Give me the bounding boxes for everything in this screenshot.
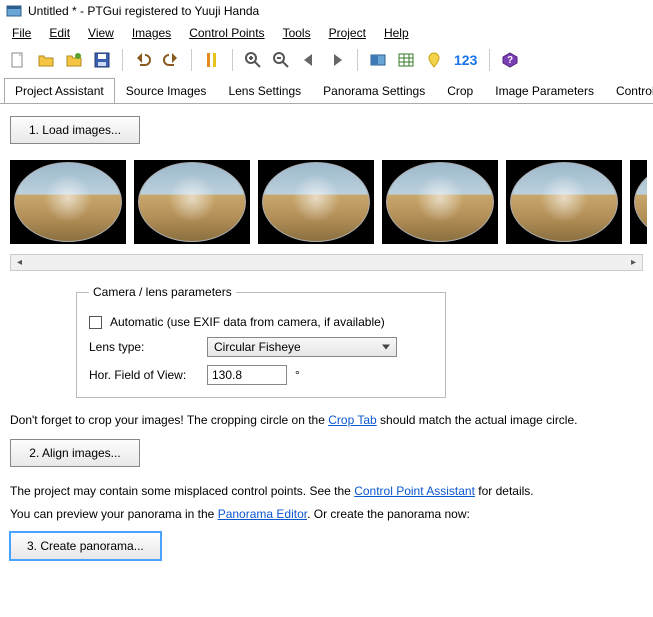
- numeric-transform-icon[interactable]: 123: [450, 48, 481, 72]
- thumbnail-strip: [6, 154, 647, 250]
- menu-images[interactable]: Images: [124, 24, 179, 42]
- tab-crop[interactable]: Crop: [436, 78, 484, 104]
- thumbnail[interactable]: [134, 160, 250, 244]
- menu-edit[interactable]: Edit: [41, 24, 78, 42]
- crop-hint-text: Don't forget to crop your images! The cr…: [10, 412, 643, 429]
- open-recent-icon[interactable]: [62, 48, 86, 72]
- window-title: Untitled * - PTGui registered to Yuuji H…: [28, 4, 259, 18]
- menu-file[interactable]: File: [4, 24, 39, 42]
- panorama-editor-icon[interactable]: [366, 48, 390, 72]
- tab-bar: Project Assistant Source Images Lens Set…: [0, 77, 653, 104]
- align-images-button[interactable]: 2. Align images...: [10, 439, 140, 467]
- control-point-assistant-link[interactable]: Control Point Assistant: [354, 484, 475, 498]
- tab-panorama-settings[interactable]: Panorama Settings: [312, 78, 436, 104]
- tab-control-points[interactable]: Control Points: [605, 78, 653, 104]
- zoom-out-icon[interactable]: [269, 48, 293, 72]
- fov-label: Hor. Field of View:: [89, 368, 199, 382]
- lens-type-select[interactable]: Circular Fisheye: [207, 337, 397, 357]
- detail-viewer-icon[interactable]: [422, 48, 446, 72]
- title-bar: Untitled * - PTGui registered to Yuuji H…: [0, 0, 653, 22]
- preview-hint-text: You can preview your panorama in the Pan…: [10, 506, 643, 523]
- app-icon: [6, 3, 22, 19]
- svg-text:?: ?: [507, 55, 513, 66]
- scroll-left-icon[interactable]: ◂: [11, 255, 28, 270]
- thumbnail[interactable]: [630, 160, 647, 244]
- content-area: 1. Load images... ◂ ▸ Camera / lens para…: [0, 104, 653, 578]
- control-point-hint-text: The project may contain some misplaced c…: [10, 483, 643, 500]
- menu-help[interactable]: Help: [376, 24, 417, 42]
- tab-image-parameters[interactable]: Image Parameters: [484, 78, 605, 104]
- undo-icon[interactable]: [131, 48, 155, 72]
- automatic-checkbox[interactable]: [89, 316, 102, 329]
- fov-unit: °: [295, 368, 300, 382]
- load-images-button[interactable]: 1. Load images...: [10, 116, 140, 144]
- help-icon[interactable]: ?: [498, 48, 522, 72]
- menu-project[interactable]: Project: [321, 24, 374, 42]
- scroll-right-icon[interactable]: ▸: [625, 255, 642, 270]
- control-point-table-icon[interactable]: [394, 48, 418, 72]
- tab-project-assistant[interactable]: Project Assistant: [4, 78, 115, 104]
- next-icon[interactable]: [325, 48, 349, 72]
- automatic-label: Automatic (use EXIF data from camera, if…: [110, 315, 385, 329]
- redo-icon[interactable]: [159, 48, 183, 72]
- thumbnail-scrollbar[interactable]: ◂ ▸: [10, 254, 643, 271]
- prev-icon[interactable]: [297, 48, 321, 72]
- menu-tools[interactable]: Tools: [275, 24, 319, 42]
- camera-lens-parameters: Camera / lens parameters Automatic (use …: [76, 285, 446, 398]
- fov-input[interactable]: [207, 365, 287, 385]
- menu-view[interactable]: View: [80, 24, 122, 42]
- menu-controlpoints[interactable]: Control Points: [181, 24, 272, 42]
- lens-type-label: Lens type:: [89, 340, 199, 354]
- tab-lens-settings[interactable]: Lens Settings: [217, 78, 312, 104]
- create-panorama-button[interactable]: 3. Create panorama...: [10, 532, 161, 560]
- thumbnail[interactable]: [258, 160, 374, 244]
- thumbnail[interactable]: [382, 160, 498, 244]
- thumbnail[interactable]: [10, 160, 126, 244]
- save-icon[interactable]: [90, 48, 114, 72]
- params-legend: Camera / lens parameters: [89, 285, 236, 299]
- thumbnail[interactable]: [506, 160, 622, 244]
- align-icon[interactable]: [200, 48, 224, 72]
- tab-source-images[interactable]: Source Images: [115, 78, 218, 104]
- new-project-icon[interactable]: [6, 48, 30, 72]
- panorama-editor-link[interactable]: Panorama Editor: [218, 507, 307, 521]
- open-project-icon[interactable]: [34, 48, 58, 72]
- menu-bar: File Edit View Images Control Points Too…: [0, 22, 653, 44]
- zoom-in-icon[interactable]: [241, 48, 265, 72]
- crop-tab-link[interactable]: Crop Tab: [328, 413, 376, 427]
- toolbar: 123 ?: [0, 44, 653, 77]
